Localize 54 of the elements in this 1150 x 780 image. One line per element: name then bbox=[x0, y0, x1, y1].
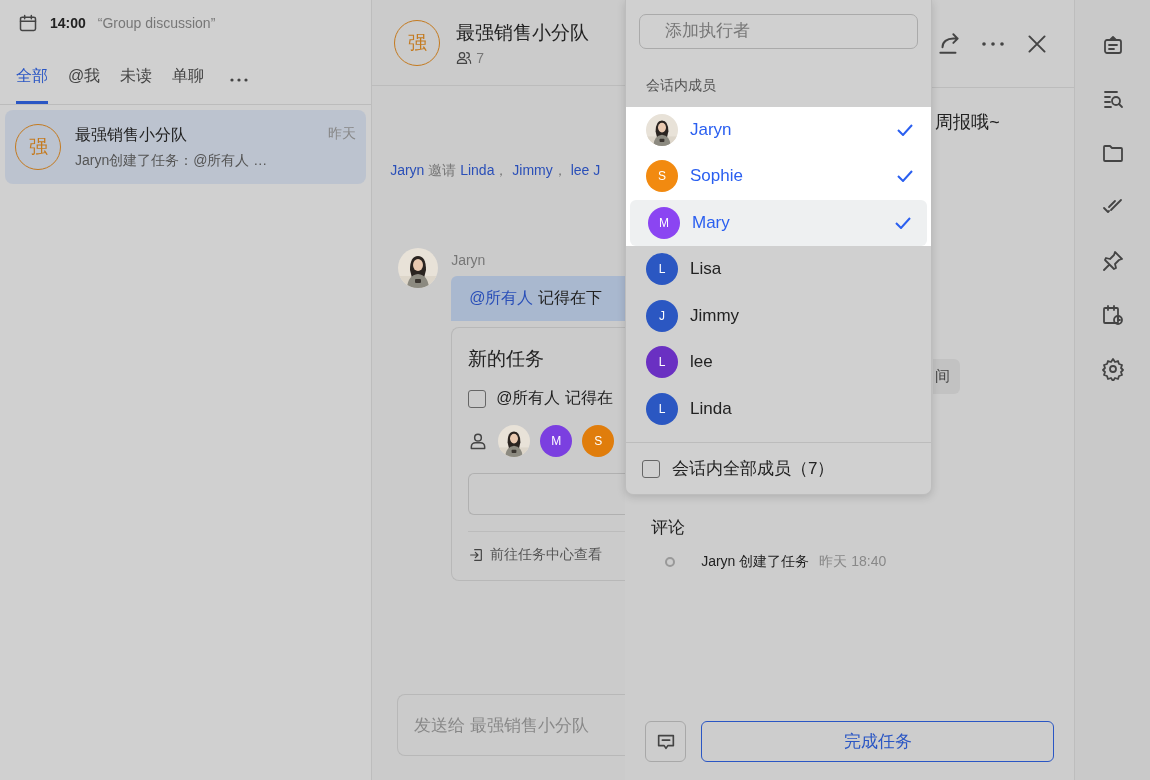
member-item[interactable]: S Sophie bbox=[628, 153, 929, 200]
activity-time: 昨天 18:40 bbox=[819, 553, 887, 571]
checkbox[interactable] bbox=[642, 459, 660, 478]
member-item[interactable]: L Linda bbox=[628, 385, 929, 432]
more-icon[interactable] bbox=[982, 41, 1005, 46]
avatar: M bbox=[648, 206, 680, 239]
filter-tab[interactable]: @我 bbox=[68, 66, 101, 104]
chat-title: 最强销售小分队 bbox=[456, 21, 590, 45]
member-item[interactable]: M Mary bbox=[630, 199, 927, 246]
due-date-chip[interactable]: 间 bbox=[933, 359, 961, 394]
task-text: @所有人 记得在 bbox=[496, 388, 613, 408]
filter-tab[interactable]: 单聊 bbox=[172, 66, 205, 104]
member-item[interactable]: J Jimmy bbox=[628, 292, 929, 339]
comment-button[interactable] bbox=[645, 721, 687, 762]
avatar: L bbox=[646, 346, 678, 379]
conversation-item[interactable]: 强 最强销售小分队 昨天 Jaryn创建了任务：@所有人 … bbox=[5, 110, 367, 184]
avatar: L bbox=[646, 392, 678, 425]
complete-task-button[interactable]: 完成任务 bbox=[701, 721, 1055, 762]
comments-title: 评论 bbox=[651, 517, 687, 539]
enter-icon bbox=[468, 547, 485, 563]
avatar: M bbox=[540, 425, 573, 457]
avatar: S bbox=[646, 160, 678, 193]
task-center-link[interactable]: 前往任务中心查看 bbox=[490, 546, 603, 564]
search-field[interactable]: 添加执行者 bbox=[639, 14, 918, 49]
select-all-label: 会话内全部成员（7） bbox=[672, 458, 835, 480]
task-card-title: 新的任务 bbox=[468, 347, 546, 371]
system-message: Jaryn 邀请 Linda， Jimmy， lee J bbox=[389, 162, 602, 180]
calendar-clock-icon[interactable] bbox=[1100, 303, 1125, 327]
conversation-preview: Jaryn创建了任务：@所有人 … bbox=[75, 151, 269, 170]
calendar-icon bbox=[18, 13, 38, 33]
filter-tab[interactable]: 未读 bbox=[120, 66, 153, 104]
avatar: J bbox=[646, 299, 678, 332]
pin-icon[interactable] bbox=[1100, 249, 1125, 273]
members-icon bbox=[456, 50, 473, 66]
avatar: L bbox=[646, 253, 678, 286]
avatar: S bbox=[582, 425, 615, 457]
message-text: 周报哦~ bbox=[935, 111, 1000, 134]
event-title: “Group discussion” bbox=[97, 15, 216, 31]
member-item[interactable]: Jaryn bbox=[628, 106, 929, 153]
member-item[interactable]: L lee bbox=[628, 339, 929, 386]
time: 14:00 bbox=[50, 15, 86, 31]
activity-text: Jaryn 创建了任务 bbox=[700, 553, 810, 571]
section-label: 会话内成员 bbox=[645, 75, 717, 95]
settings-icon[interactable] bbox=[1100, 357, 1125, 381]
timeline-dot bbox=[665, 557, 676, 567]
checkbox[interactable] bbox=[468, 389, 487, 408]
more-icon[interactable] bbox=[230, 78, 249, 82]
member-item[interactable]: L Lisa bbox=[628, 246, 929, 293]
sender-name: Jaryn bbox=[451, 252, 487, 268]
member-count: 7 bbox=[476, 50, 484, 66]
filter-tab[interactable]: 全部 bbox=[16, 66, 48, 104]
conversation-name: 最强销售小分队 bbox=[75, 124, 187, 145]
conversation-time: 昨天 bbox=[328, 124, 357, 143]
message-bubble: @所有人 记得在下 bbox=[451, 276, 626, 321]
